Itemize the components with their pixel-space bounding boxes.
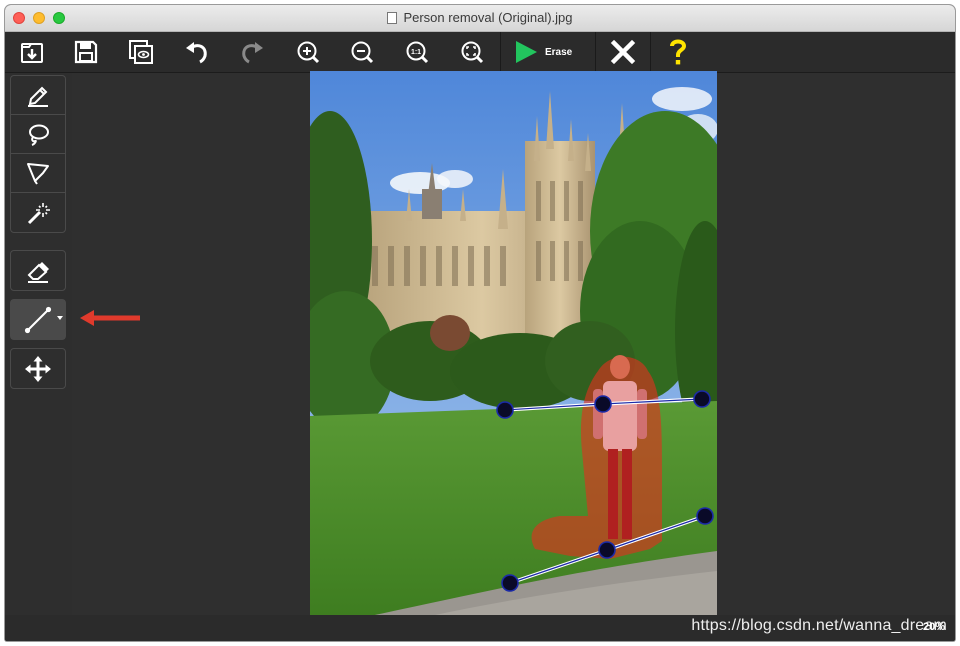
polygon-lasso-tool[interactable] [11,154,65,193]
line-node[interactable] [496,401,514,419]
app-window: Person removal (Original).jpg 1:1 Erase … [5,5,955,641]
dropdown-caret-icon[interactable] [57,316,63,320]
red-arrow-annotation [80,310,140,326]
zoom-fit-icon [461,41,484,64]
title-bar: Person removal (Original).jpg [5,5,955,32]
zoom-in-icon [297,41,320,64]
lasso-tool[interactable] [11,115,65,154]
zoom-actual-icon: 1:1 [406,41,429,64]
zoom-out-button[interactable] [345,36,379,68]
zoom-actual-button[interactable]: 1:1 [400,36,434,68]
eraser-icon [27,261,49,283]
toolbar: 1:1 Erase [5,32,955,73]
open-button[interactable] [15,36,49,68]
erase-button[interactable]: Erase [513,36,589,68]
toolbar-separator [500,32,501,72]
preview-button[interactable] [124,36,158,68]
line-node[interactable] [594,395,612,413]
close-icon [610,39,636,65]
photo-canvas[interactable] [310,71,717,616]
zoom-in-button[interactable] [291,36,325,68]
window-title-wrap: Person removal (Original).jpg [5,5,955,31]
erase-label: Erase [545,46,573,58]
line-node[interactable] [598,541,616,559]
redo-icon [242,42,263,64]
magic-wand-icon [27,202,50,224]
undo-button[interactable] [180,36,214,68]
line-node[interactable] [693,390,711,408]
magic-wand-tool[interactable] [11,193,65,232]
line-tool-icon [24,306,52,333]
pencil-icon [28,86,48,107]
document-icon [387,12,398,24]
eraser-tool[interactable] [11,251,65,290]
toolbar-separator [650,32,651,72]
photo-image[interactable] [310,71,717,616]
line-tool[interactable] [11,300,65,339]
save-button[interactable] [69,36,103,68]
selection-tool-group [10,75,66,233]
redo-button[interactable] [235,36,269,68]
cancel-button[interactable] [606,36,640,68]
preview-icon [129,40,153,64]
watermark-text: https://blog.csdn.net/wanna_dream [691,617,947,634]
move-tool-group [10,348,66,389]
lasso-icon [29,124,49,146]
line-node[interactable] [696,507,714,525]
svg-text:1:1: 1:1 [411,49,421,56]
question-icon [670,39,687,65]
move-icon [25,355,51,382]
zoom-fit-button[interactable] [455,36,489,68]
move-tool[interactable] [11,349,65,388]
play-icon [516,41,537,63]
polygon-lasso-icon [27,163,49,185]
save-icon [74,40,98,64]
canvas-area[interactable] [72,71,955,616]
zoom-out-icon [351,41,374,64]
undo-icon [186,42,207,64]
tool-panel [5,73,73,615]
window-title: Person removal (Original).jpg [403,10,573,25]
toolbar-separator [595,32,596,72]
help-button[interactable] [661,36,695,68]
open-folder-icon [21,43,43,63]
line-node[interactable] [501,574,519,592]
status-bar: 20% https://blog.csdn.net/wanna_dream [5,615,955,641]
marker-tool[interactable] [11,76,65,115]
line-tool-group [10,299,66,340]
eraser-tool-group [10,250,66,291]
